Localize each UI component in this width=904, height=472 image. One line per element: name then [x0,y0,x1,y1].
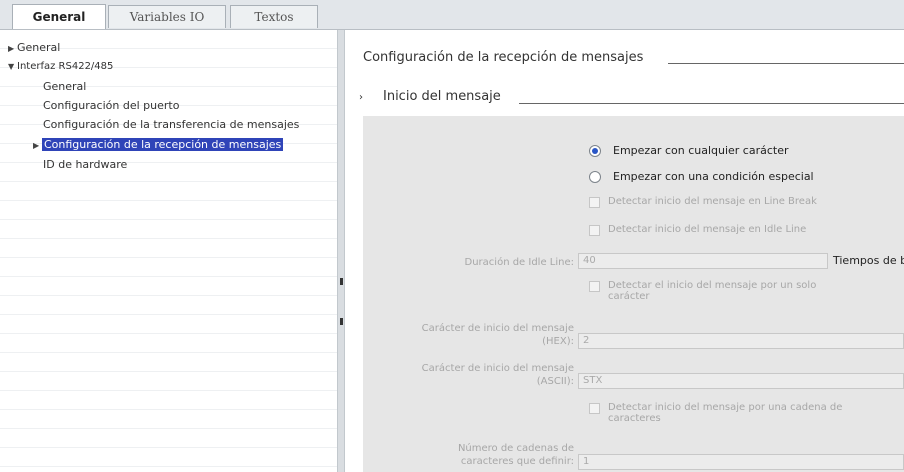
start-char-ascii-label: Carácter de inicio del mensaje (ASCII): [383,362,574,388]
tree-item-configuracion-recepcion[interactable]: ▶ Configuración de la recepción de mensaj… [33,136,284,153]
radio-row-any-character[interactable]: Empezar con cualquier carácter [589,144,789,157]
section-divider [668,63,904,64]
checkbox-line-break-label: Detectar inicio del mensaje en Line Brea… [608,196,817,207]
subsection-title: Inicio del mensaje [383,89,501,104]
start-char-ascii-field[interactable]: STX [578,373,904,389]
start-char-hex-field[interactable]: 2 [578,333,904,349]
tree-item-id-hardware[interactable]: ID de hardware [43,156,127,173]
selected-arrow-icon: ▶ [33,141,40,150]
tree-item-label: ID de hardware [43,158,128,171]
checkbox-single-char-label-line1: Detectar el inicio del mensaje por un so… [608,280,817,291]
splitter-grip-icon[interactable] [340,318,343,325]
subsection-header[interactable]: › Inicio del mensaje [359,89,501,104]
tree-item-label: Configuración del puerto [43,99,180,112]
checkbox-single-char-label: Detectar el inicio del mensaje por un so… [608,280,816,302]
tree-item-interfaz-general[interactable]: General [43,78,86,95]
start-char-ascii-label-line1: Carácter de inicio del mensaje [421,363,574,374]
checkbox-string-label-line1: Detectar inicio del mensaje por una cade… [608,402,843,413]
tree-item-label: General [43,80,87,93]
radio-row-special-condition[interactable]: Empezar con una condición especial [589,170,814,183]
tree-item-label: General [17,41,61,54]
tree-item-label: Configuración de la transferencia de men… [43,118,300,131]
start-char-ascii-label-line2: (ASCII): [536,376,574,387]
tree-item-general[interactable]: ▶ General [8,39,60,56]
subsection-divider [519,103,904,104]
num-strings-field[interactable]: 1 [578,454,904,470]
start-char-hex-label-line1: Carácter de inicio del mensaje [421,323,574,334]
checkbox-string-label: Detectar inicio del mensaje por una cade… [608,402,842,424]
start-char-hex-label: Carácter de inicio del mensaje (HEX): [383,322,574,348]
splitter-grip-icon[interactable] [340,278,343,285]
tree-item-label: Configuración de la recepción de mensaje… [42,138,284,151]
idle-duration-unit: Tiempos de bit [833,254,904,267]
tree-item-configuracion-transferencia[interactable]: Configuración de la transferencia de men… [43,116,299,133]
tree-item-interfaz-rs422-485[interactable]: ▼ Interfaz RS422/485 [8,58,113,75]
num-strings-label-line1: Número de cadenas de [457,443,574,454]
checkbox-single-char-label-line2: carácter [608,291,650,302]
navigation-tree: ▶ General ▼ Interfaz RS422/485 General Con… [0,30,337,472]
radio-special-condition[interactable] [589,170,601,183]
checkbox-line-break[interactable] [589,197,600,208]
checkbox-string[interactable] [589,403,600,414]
tab-bar: General Variables IO Textos [0,0,904,30]
tree-item-label: Interfaz RS422/485 [17,61,114,72]
radio-any-character-label: Empezar con cualquier carácter [613,144,789,157]
collapse-arrow-icon[interactable]: ▼ [8,58,17,75]
num-strings-label-line2: caracteres que definir: [460,456,574,467]
num-strings-label: Número de cadenas de caracteres que defi… [383,442,574,468]
idle-duration-field[interactable]: 40 [578,253,828,269]
checkbox-single-char[interactable] [589,281,600,292]
checkbox-string-label-line2: caracteres [608,413,661,424]
checkbox-idle-line-label: Detectar inicio del mensaje en Idle Line [608,224,807,235]
section-title: Configuración de la recepción de mensaje… [363,50,644,65]
tab-textos[interactable]: Textos [230,5,318,28]
properties-content: Configuración de la recepción de mensaje… [345,30,904,472]
checkbox-idle-line[interactable] [589,225,600,236]
expand-arrow-icon[interactable]: ▶ [8,40,17,57]
check-row-line-break[interactable]: Detectar inicio del mensaje en Line Brea… [589,196,817,208]
start-char-hex-label-line2: (HEX): [542,336,574,347]
tab-variables-io[interactable]: Variables IO [108,5,226,28]
idle-duration-label: Duración de Idle Line: [464,257,574,268]
tree-item-configuracion-puerto[interactable]: Configuración del puerto [43,97,179,114]
check-row-single-char[interactable]: Detectar el inicio del mensaje por un so… [589,280,816,302]
message-start-panel: Empezar con cualquier carácter Empezar c… [363,116,904,472]
check-row-idle-line[interactable]: Detectar inicio del mensaje en Idle Line [589,224,806,236]
panel-splitter[interactable] [337,30,345,472]
radio-any-character[interactable] [589,144,601,157]
radio-special-condition-label: Empezar con una condición especial [613,170,814,183]
tab-general[interactable]: General [12,4,106,29]
check-row-string[interactable]: Detectar inicio del mensaje por una cade… [589,402,842,424]
chevron-right-icon[interactable]: › [359,92,383,103]
